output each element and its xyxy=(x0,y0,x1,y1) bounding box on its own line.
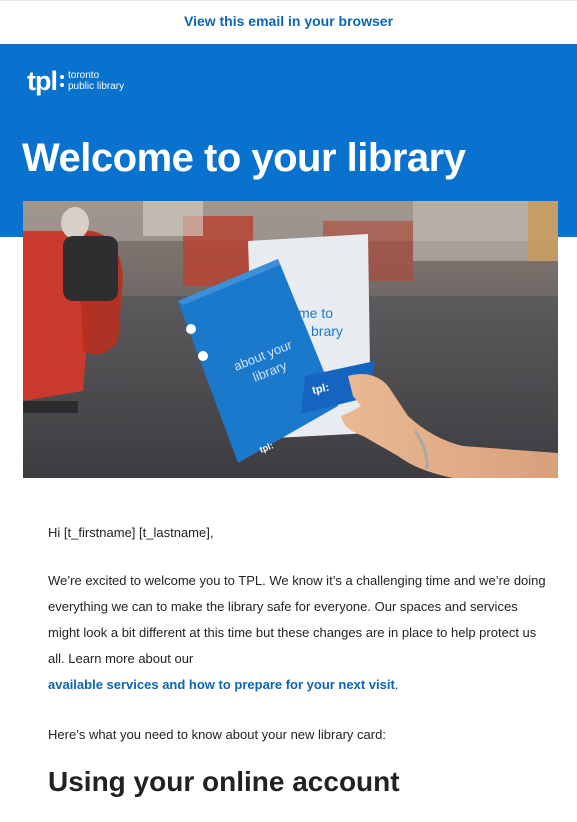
intro-end: . xyxy=(394,677,399,692)
section-title: Using your online account xyxy=(48,766,400,797)
logo-mark: tpl xyxy=(27,65,58,96)
booklet-back-text-1: me to xyxy=(298,305,333,321)
hero-image: me to brary about your library tpl: tpl: xyxy=(23,201,558,478)
logo-line-1: toronto xyxy=(68,70,100,81)
logo-dots-icon xyxy=(60,73,64,89)
banner-title: Welcome to your library xyxy=(22,136,466,180)
top-bar: View this email in your browser xyxy=(0,0,577,45)
intro-paragraph: We’re excited to welcome you to TPL. We … xyxy=(48,568,553,698)
logo-text: toronto public library xyxy=(68,70,124,92)
available-services-link[interactable]: available services and how to prepare fo… xyxy=(48,677,395,692)
greeting: Hi [t_firstname] [t_lastname], xyxy=(48,525,214,540)
view-in-browser-link[interactable]: View this email in your browser xyxy=(0,13,577,29)
booklet-back-text-2: brary xyxy=(311,323,343,339)
tpl-logo[interactable]: tpl toronto public library xyxy=(27,62,124,100)
intro-text: We’re excited to welcome you to TPL. We … xyxy=(48,573,546,666)
logo-line-2: public library xyxy=(68,81,125,92)
need-to-know-text: Here’s what you need to know about your … xyxy=(48,727,386,742)
